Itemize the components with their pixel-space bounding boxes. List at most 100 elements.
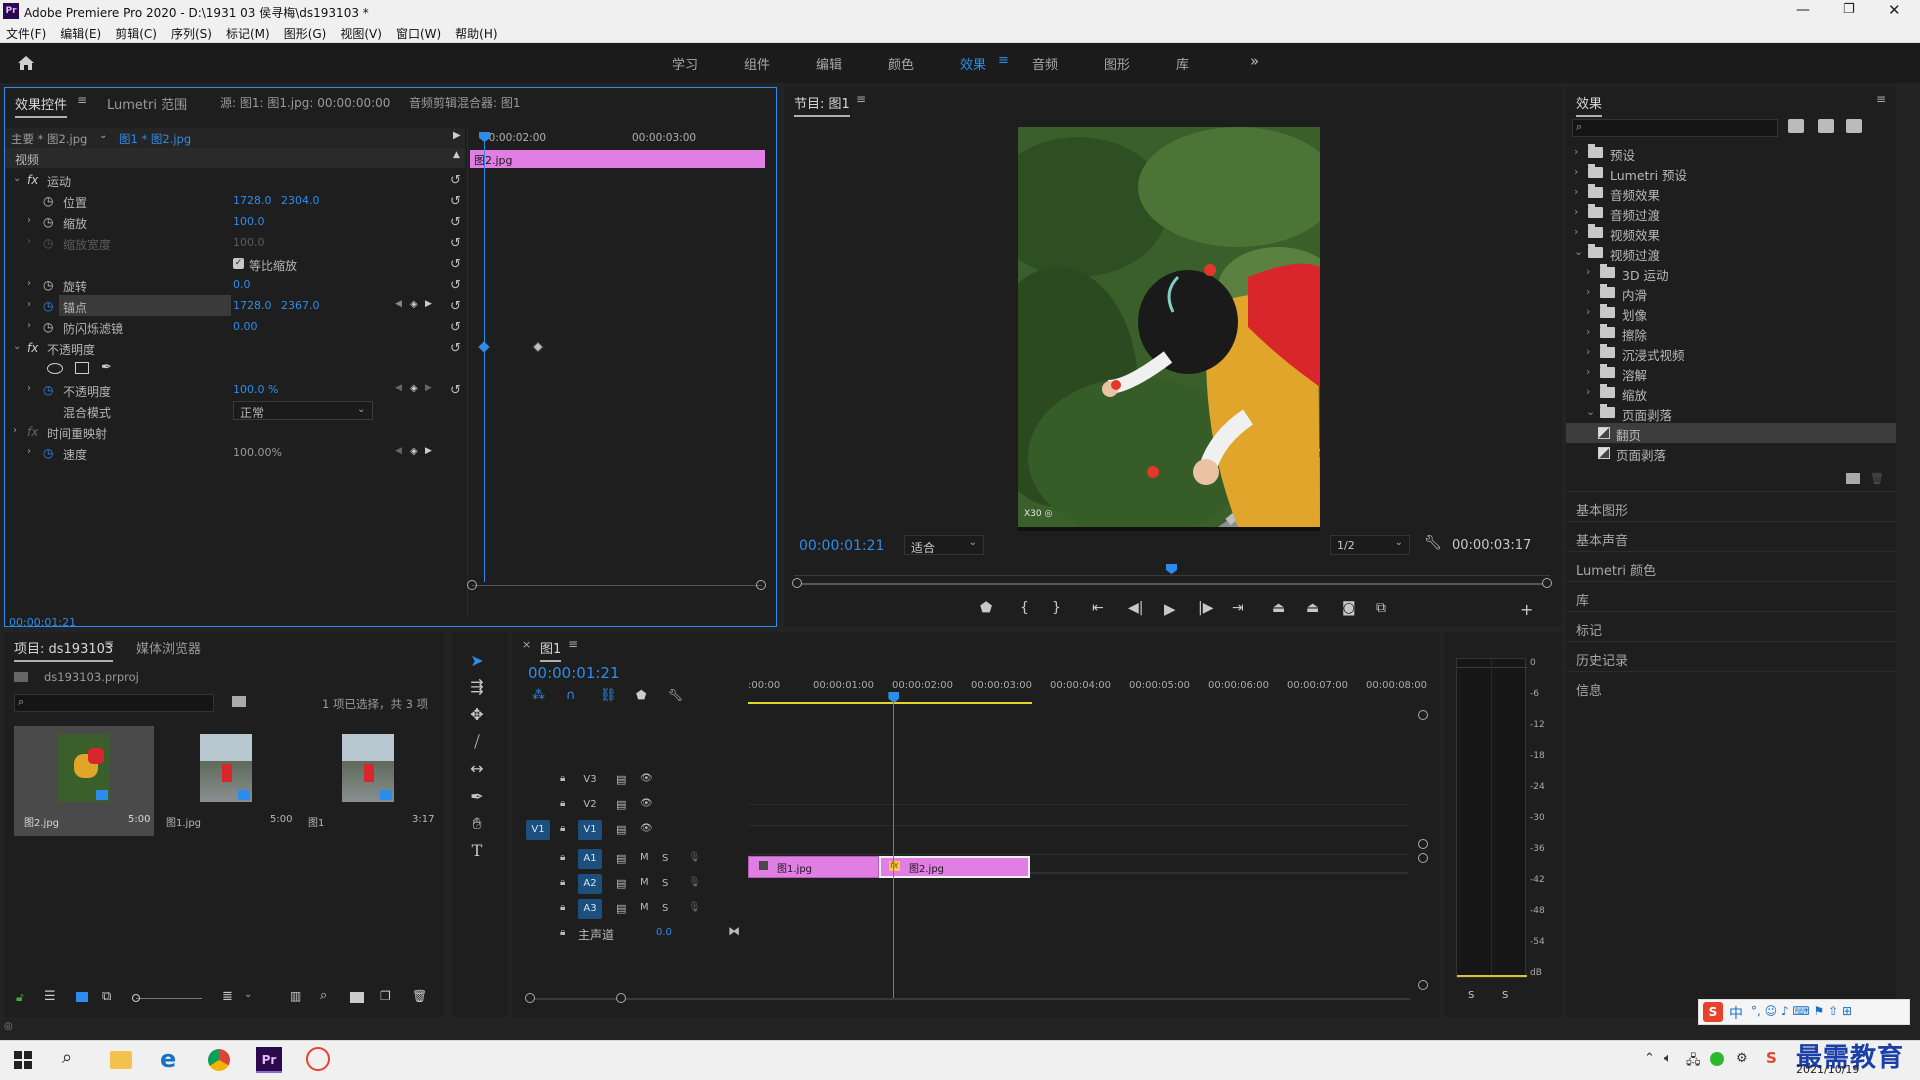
chevron-right-icon[interactable]: › <box>1574 225 1578 238</box>
chevron-right-icon[interactable]: › <box>1574 165 1578 178</box>
track-select-tool-icon[interactable]: ⇶ <box>466 676 488 698</box>
pen-mask-icon[interactable]: ✒ <box>101 360 112 375</box>
solo-button[interactable]: S <box>1502 990 1508 1001</box>
video-frame[interactable]: X30 ◎ <box>1018 127 1320 527</box>
chevron-right-icon[interactable]: › <box>1586 345 1590 358</box>
expand-arrow-icon[interactable]: › <box>27 446 31 457</box>
prev-keyframe-icon[interactable]: ◀ <box>395 446 402 456</box>
tab-effect-controls[interactable]: 效果控件 <box>15 94 68 118</box>
anti-flicker-value[interactable]: 0.00 <box>233 320 258 333</box>
effects-tree-item[interactable]: › Lumetri 预设 <box>1566 163 1896 183</box>
reset-icon[interactable]: ↺ <box>450 194 461 209</box>
stopwatch-icon[interactable]: ◷ <box>43 320 53 334</box>
reset-icon[interactable]: ↺ <box>450 383 461 398</box>
expand-arrow-icon[interactable]: › <box>27 299 31 310</box>
accelerated-effects-icon[interactable] <box>1788 119 1804 133</box>
fx-icon[interactable]: fx <box>27 173 38 187</box>
volume-icon[interactable]: 🔈︎ <box>1664 1051 1672 1066</box>
ellipse-mask-icon[interactable] <box>47 363 63 374</box>
effects-tree-item[interactable]: › 预设 <box>1566 143 1896 163</box>
scale-value[interactable]: 100.0 <box>233 215 265 228</box>
zoom-handle-left[interactable] <box>467 580 477 590</box>
hand-tool-icon[interactable]: ✋︎ <box>466 813 488 835</box>
lock-icon[interactable]: 🔒︎ <box>560 927 565 938</box>
program-playhead-handle[interactable] <box>1166 564 1177 574</box>
find-icon[interactable]: ⌕ <box>320 988 327 1003</box>
effects-tree-item[interactable]: › 视频效果 <box>1566 223 1896 243</box>
tab-audio-clip-mixer[interactable]: 音频剪辑混合器: 图1 <box>409 94 521 111</box>
lock-icon[interactable]: 🔒︎ <box>560 773 565 784</box>
lock-icon[interactable]: 🔒︎ <box>560 852 565 863</box>
fx-icon[interactable]: fx <box>27 341 38 355</box>
effects-tree-item[interactable]: ⌄ 视频过渡 <box>1566 243 1896 263</box>
scroll-up-icon[interactable]: ▲ <box>453 150 460 160</box>
program-monitor-title[interactable]: 节目: 图1 <box>794 93 850 117</box>
add-marker-icon[interactable]: ⬟ <box>636 688 646 702</box>
automate-icon[interactable]: ▥ <box>290 989 301 1003</box>
reset-icon[interactable]: ↺ <box>450 257 461 272</box>
track-target-button[interactable]: V1 <box>578 820 602 840</box>
keyframe-diamond-icon[interactable] <box>532 341 544 353</box>
effects-tree-item[interactable]: ⌄ 页面剥落 <box>1566 403 1896 423</box>
anchor-y-value[interactable]: 2367.0 <box>281 299 320 312</box>
source-patch-button[interactable]: V1 <box>526 820 550 840</box>
new-bin-icon[interactable] <box>1846 473 1860 484</box>
project-item[interactable]: 图1 3:17 <box>298 726 438 836</box>
rotation-value[interactable]: 0.0 <box>233 278 251 291</box>
opacity-group-row[interactable]: ⌄ fx 不透明度 ↺ <box>5 337 465 358</box>
track-target-button[interactable]: V3 <box>578 770 602 790</box>
mute-button[interactable]: M <box>640 852 649 863</box>
reset-icon[interactable]: ↺ <box>450 299 461 314</box>
microphone-icon[interactable]: 🎙︎ <box>688 902 701 913</box>
menu-graphics[interactable]: 图形(G) <box>284 25 327 42</box>
32bit-effects-icon[interactable] <box>1818 119 1834 133</box>
toggle-sync-icon[interactable]: ▤ <box>616 798 626 811</box>
solo-button[interactable]: S <box>1468 990 1474 1001</box>
section-history[interactable]: 历史记录 <box>1566 641 1896 671</box>
minimize-button[interactable]: — <box>1796 2 1812 18</box>
position-y-value[interactable]: 2304.0 <box>281 194 320 207</box>
list-view-icon[interactable]: ☰ <box>44 989 56 1004</box>
tab-project[interactable]: 项目: ds193103 <box>14 638 114 662</box>
track-target-button[interactable]: A1 <box>578 849 602 869</box>
program-timecode[interactable]: 00:00:01:21 <box>799 538 884 554</box>
network-icon[interactable]: 🖧︎ <box>1686 1051 1701 1073</box>
effects-tree-item[interactable]: › 内滑 <box>1566 283 1896 303</box>
effects-tree-item[interactable]: 翻页 <box>1566 423 1896 443</box>
program-time-ruler[interactable] <box>794 562 1550 576</box>
sogou-tray-icon[interactable]: S <box>1766 1049 1777 1067</box>
tab-lumetri-scopes[interactable]: Lumetri 范围 <box>107 94 187 113</box>
video-clip[interactable]: 图1.jpg <box>748 856 879 878</box>
premiere-taskbar-icon[interactable]: Pr <box>256 1047 282 1073</box>
stopwatch-icon[interactable]: ◷ <box>43 194 53 208</box>
zoom-handle-right[interactable] <box>616 993 626 1003</box>
expand-arrow-icon[interactable]: › <box>13 425 17 436</box>
sort-icon[interactable]: ≣ <box>222 989 233 1004</box>
ripple-edit-tool-icon[interactable]: ✥ <box>466 704 488 726</box>
panel-menu-icon[interactable]: ≡ <box>77 93 87 107</box>
go-to-end-icon[interactable]: ⧓ <box>728 924 740 938</box>
expand-arrow-icon[interactable]: › <box>27 215 31 226</box>
add-keyframe-icon[interactable]: ◈ <box>410 446 418 457</box>
expand-arrow-icon[interactable]: › <box>27 278 31 289</box>
add-keyframe-icon[interactable]: ◈ <box>410 383 418 394</box>
project-item[interactable]: 图2.jpg 5:00 <box>14 726 154 836</box>
pen-tool-icon[interactable]: ✒ <box>466 786 488 808</box>
track-target-button[interactable]: V2 <box>578 795 602 815</box>
home-icon[interactable] <box>16 53 36 73</box>
expand-arrow-icon[interactable]: › <box>27 383 31 394</box>
collapse-arrow-icon[interactable]: ⌄ <box>13 341 21 352</box>
sync-lock-icon[interactable]: ▤ <box>616 852 626 865</box>
reset-icon[interactable]: ↺ <box>450 320 461 335</box>
microphone-icon[interactable]: 🎙︎ <box>688 877 701 888</box>
stopwatch-active-icon[interactable]: ◷ <box>43 446 53 460</box>
edge-browser-icon[interactable]: e <box>160 1045 176 1073</box>
ime-toolbar[interactable]: S 中 °, ☺ ♪ ⌨ ⚑ ⇧ ⊞ <box>1698 999 1910 1025</box>
tray-app-icon[interactable]: ⚙ <box>1736 1051 1748 1066</box>
workspace-assembly[interactable]: 组件 <box>744 54 770 73</box>
track-target-button[interactable]: A3 <box>578 899 602 919</box>
program-zoom-bar[interactable] <box>792 578 1552 588</box>
zoom-slider[interactable] <box>132 994 202 1002</box>
ime-tools-icon[interactable]: °, ☺ ♪ ⌨ ⚑ ⇧ ⊞ <box>1751 1004 1852 1018</box>
workspace-effects[interactable]: 效果 <box>960 54 986 73</box>
